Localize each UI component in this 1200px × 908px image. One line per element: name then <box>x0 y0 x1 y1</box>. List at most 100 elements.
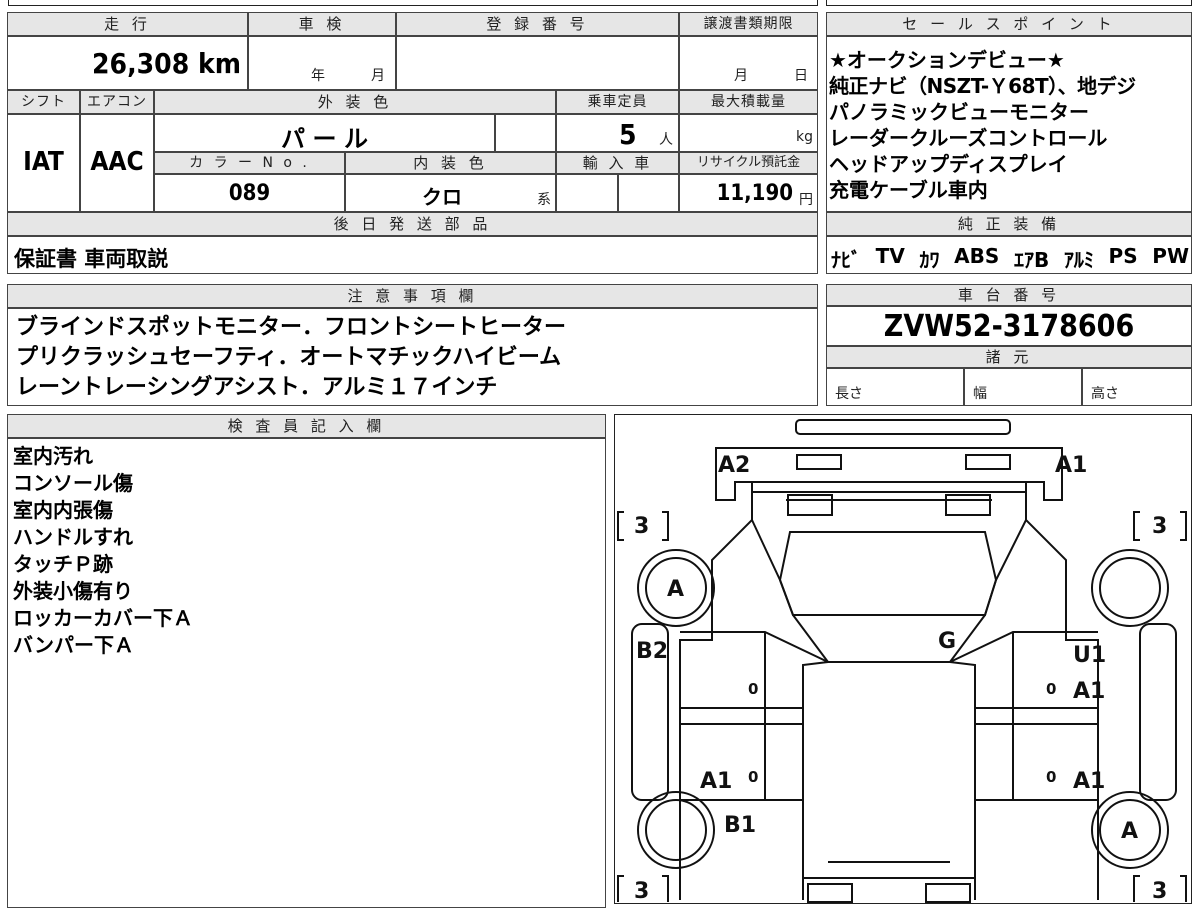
mark-zero: 0 <box>1046 768 1056 786</box>
exterior-color-extra-cell <box>495 114 556 152</box>
inspector-panel: 検 査 員 記 入 欄 室内汚れ コンソール傷 室内内張傷 ハンドルすれ タッチ… <box>7 414 606 908</box>
recycle-value: 11,190 <box>716 181 793 206</box>
inspector-line: 室内汚れ <box>13 444 93 468</box>
equipment-item: ｶﾜ <box>919 248 940 272</box>
interior-color-value: クロ <box>422 185 462 209</box>
interior-color-value-cell: クロ 系 <box>345 174 556 212</box>
exterior-color-value-cell: パ ー ル <box>154 114 495 153</box>
mark-zero: 0 <box>748 680 758 698</box>
later-parts-value-cell: 保証書 車両取説 <box>7 236 818 274</box>
color-no-value: 089 <box>228 181 271 206</box>
interior-color-header: 内 装 色 <box>345 152 556 174</box>
inspector-line: バンパー下Ａ <box>13 633 134 657</box>
inspector-line: 外装小傷有り <box>13 579 133 603</box>
equipment-item: PS <box>1108 244 1138 268</box>
sales-point-line: ヘッドアップディスプレイ <box>829 152 1068 176</box>
equipment-item: ｱﾙﾐ <box>1063 248 1094 272</box>
equipment-body: ﾅﾋﾞ TV ｶﾜ ABS ｴｱB ｱﾙﾐ PS PW <box>826 236 1192 274</box>
later-parts-value: 保証書 車両取説 <box>14 247 169 271</box>
inspector-line: ハンドルすれ <box>13 525 133 549</box>
exterior-color-value: パ ー ル <box>280 125 369 153</box>
mileage-value: 26,308 km <box>92 47 241 80</box>
import-value-cell-b <box>618 174 679 212</box>
inspector-line: タッチＰ跡 <box>13 552 113 576</box>
color-no-value-cell: 089 <box>154 174 345 212</box>
aircon-value: AAC <box>90 147 144 177</box>
mark-right-front-u: U1 <box>1073 643 1106 668</box>
inspection-year-unit: 年 <box>311 68 325 84</box>
max-load-header: 最大積載量 <box>679 90 818 114</box>
interior-suffix: 系 <box>537 192 551 208</box>
sales-points-list: ★オークションデビュー★ 純正ナビ（NSZT-Ｙ68T）、地デジ パノラミックビ… <box>829 47 1136 203</box>
import-value-cell-a <box>556 174 618 212</box>
note-line: ブラインドスポットモニター．フロントシートヒーター <box>16 315 567 340</box>
sales-points-header: セ ー ル ス ポ イ ン ト <box>826 12 1192 36</box>
mark-front-left-wheel: A <box>667 577 684 602</box>
capacity-value: 5 <box>619 118 637 151</box>
equipment-item: ABS <box>954 244 1000 268</box>
inspector-body: 室内汚れ コンソール傷 室内内張傷 ハンドルすれ タッチＰ跡 外装小傷有り ロッ… <box>7 438 606 908</box>
chassis-value-cell: ZVW52-3178606 <box>826 306 1192 346</box>
inspector-list: 室内汚れ コンソール傷 室内内張傷 ハンドルすれ タッチＰ跡 外装小傷有り ロッ… <box>13 443 193 659</box>
car-diagram: A2 A1 3 3 3 3 A G B2 U1 A1 A1 B1 A1 A 0 … <box>616 418 1187 904</box>
recycle-header: リサイクル預託金 <box>679 152 818 174</box>
spec-length-label: 長さ <box>835 386 863 402</box>
equipment-item: ﾅﾋﾞ <box>831 248 861 272</box>
mark-rear-right-wheel: A <box>1121 819 1138 844</box>
aircon-header: エアコン <box>80 90 154 114</box>
notes-panel: 注 意 事 項 欄 ブラインドスポットモニター．フロントシートヒーター プリクラ… <box>7 284 818 406</box>
specs-header: 諸 元 <box>826 346 1192 368</box>
registration-header: 登 録 番 号 <box>396 12 679 36</box>
registration-value-cell <box>396 36 679 90</box>
mileage-value-cell: 26,308 km <box>7 36 248 90</box>
deadline-month-unit: 月 <box>734 68 748 84</box>
mark-left-rear-a: A1 <box>700 769 732 794</box>
shift-header: シフト <box>7 90 80 114</box>
mark-left-front-panel: B2 <box>636 639 668 664</box>
deadline-day-unit: 日 <box>794 68 808 84</box>
inspector-line: ロッカーカバー下Ａ <box>13 606 193 630</box>
equipment-header: 純 正 装 備 <box>826 212 1192 236</box>
sales-point-line: 純正ナビ（NSZT-Ｙ68T）、地デジ <box>829 74 1136 98</box>
capacity-value-cell: 5 人 <box>556 114 679 152</box>
mileage-header: 走 行 <box>7 12 248 36</box>
car-diagram-panel: A2 A1 3 3 3 3 A G B2 U1 A1 A1 B1 A1 A 0 … <box>614 414 1192 904</box>
capacity-header: 乗車定員 <box>556 90 679 114</box>
inspection-header: 車 検 <box>248 12 396 36</box>
equipment-item: TV <box>875 244 905 268</box>
notes-body: ブラインドスポットモニター．フロントシートヒーター プリクラッシュセーフティ．オ… <box>7 308 818 406</box>
mark-left-rear-b: B1 <box>724 813 756 838</box>
chassis-value: ZVW52-3178606 <box>883 309 1135 344</box>
equipment-item: ｴｱB <box>1013 248 1050 272</box>
sales-point-line: ★オークションデビュー★ <box>829 48 1065 72</box>
spec-length-cell: 長さ <box>826 368 964 406</box>
mark-tire-tl: 3 <box>634 514 649 539</box>
equipment-list: ﾅﾋﾞ TV ｶﾜ ABS ｴｱB ｱﾙﾐ PS PW <box>831 244 1189 273</box>
max-load-unit: kg <box>796 129 813 145</box>
spec-height-label: 高さ <box>1091 386 1119 402</box>
mark-windshield: G <box>938 629 956 654</box>
mark-right-rear-a: A1 <box>1073 769 1105 794</box>
spec-width-label: 幅 <box>973 386 987 402</box>
notes-list: ブラインドスポットモニター．フロントシートヒーター プリクラッシュセーフティ．オ… <box>16 313 566 403</box>
recycle-unit: 円 <box>799 192 813 208</box>
transfer-deadline-header: 譲渡書類期限 <box>679 12 818 36</box>
equipment-item: PW <box>1152 244 1189 268</box>
sales-point-line: レーダークルーズコントロール <box>829 126 1108 150</box>
sales-points-panel: セ ー ル ス ポ イ ン ト ★オークションデビュー★ 純正ナビ（NSZT-Ｙ… <box>826 12 1192 274</box>
capacity-unit: 人 <box>659 132 673 148</box>
aircon-value-cell: AAC <box>80 114 154 212</box>
sales-points-body: ★オークションデビュー★ 純正ナビ（NSZT-Ｙ68T）、地デジ パノラミックビ… <box>826 36 1192 212</box>
mark-front-left-bumper: A2 <box>718 453 750 478</box>
chassis-header: 車 台 番 号 <box>826 284 1192 306</box>
inspector-line: コンソール傷 <box>13 471 133 495</box>
shift-value-cell: IAT <box>7 114 80 212</box>
mark-zero: 0 <box>748 768 758 786</box>
top-strip <box>0 0 1200 8</box>
notes-header: 注 意 事 項 欄 <box>7 284 818 308</box>
mark-zero: 0 <box>1046 680 1056 698</box>
sales-point-line: パノラミックビューモニター <box>829 100 1089 124</box>
shift-value: IAT <box>23 147 64 177</box>
inspector-header: 検 査 員 記 入 欄 <box>7 414 606 438</box>
max-load-value-cell: kg <box>679 114 818 152</box>
